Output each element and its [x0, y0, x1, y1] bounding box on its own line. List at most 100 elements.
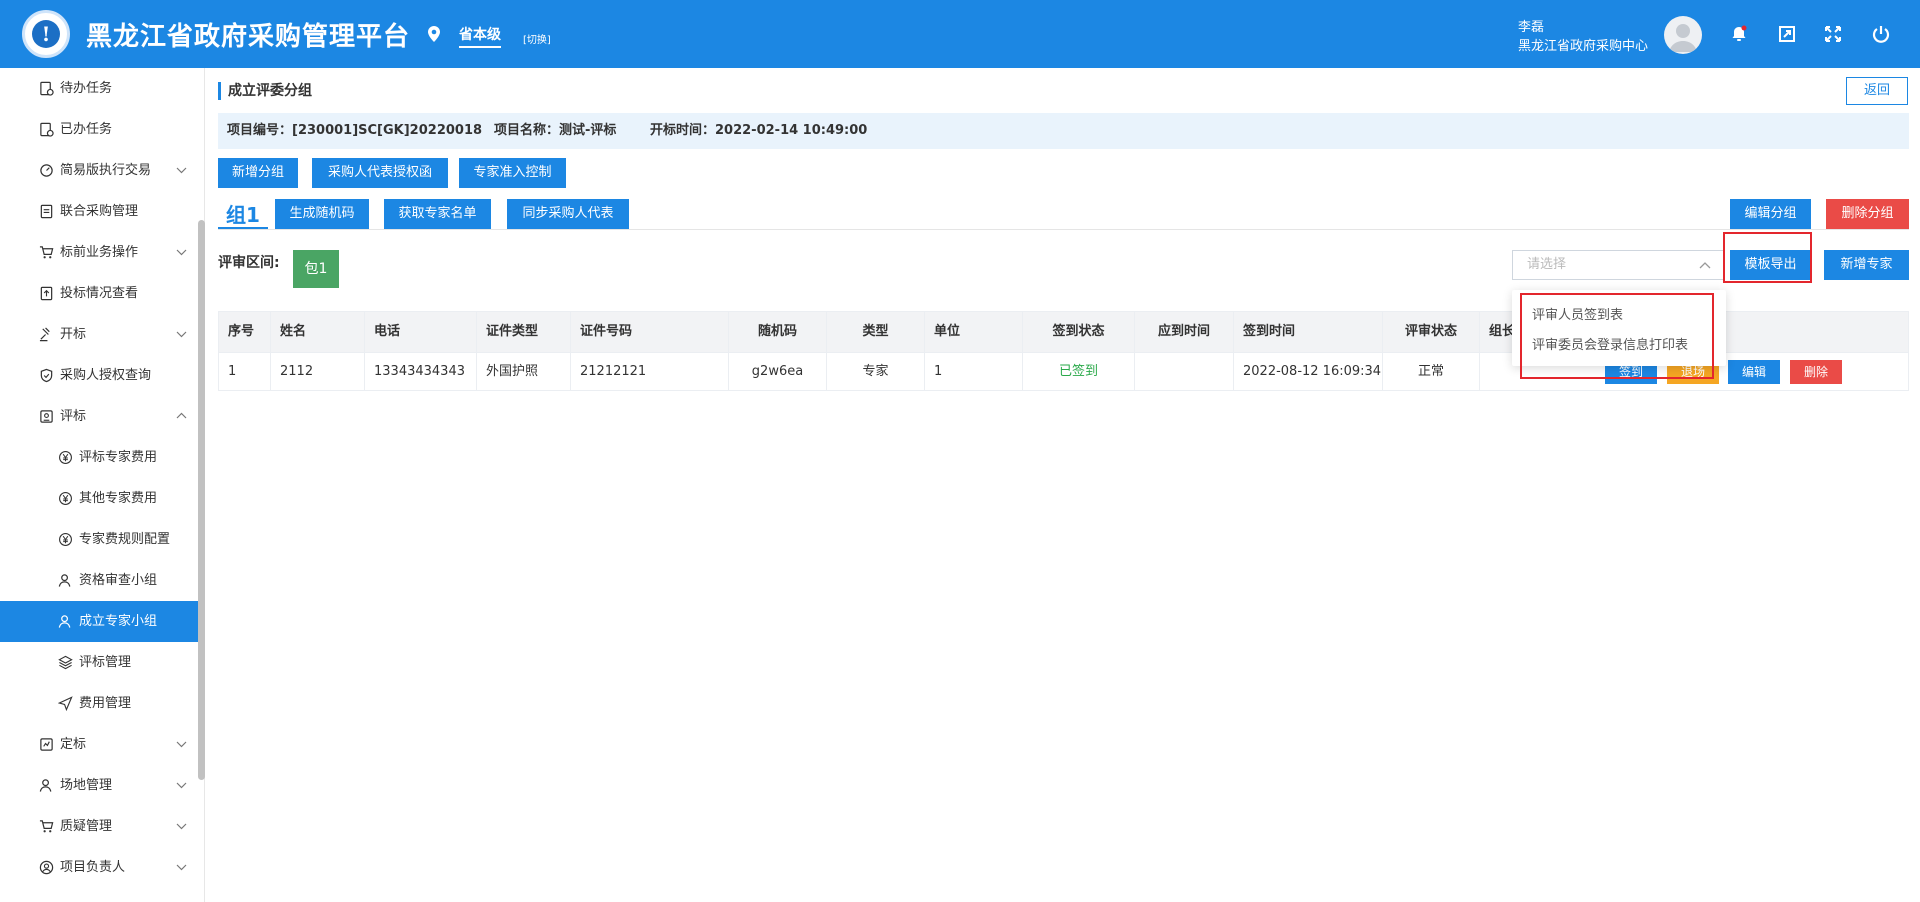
sidebar-item-award[interactable]: 定标: [0, 724, 198, 765]
user-icon: [58, 615, 71, 628]
yen-coin-icon: [59, 492, 72, 505]
add-group-button[interactable]: 新增分组: [218, 158, 298, 188]
sidebar-scrollbar-thumb[interactable]: [198, 220, 205, 780]
power-icon[interactable]: [1871, 24, 1891, 44]
col-header: 签到时间: [1234, 312, 1383, 352]
cell-name: 2112: [271, 353, 365, 390]
export-window-icon[interactable]: [1777, 24, 1797, 44]
cell-type: 专家: [827, 353, 925, 390]
edit-row-button[interactable]: 编辑: [1728, 360, 1780, 384]
sidebar: 待办任务 已办任务 简易版执行交易 联合采购管理 标前业务操作 投标情况查看 开…: [0, 68, 205, 902]
todo-task-icon: [40, 81, 54, 96]
cell-random-code: g2w6ea: [729, 353, 827, 390]
top-header: ! 黑龙江省政府采购管理平台 省本级 [切换] 李磊 黑龙江省政府采购中心: [0, 0, 1920, 68]
sidebar-item-bid-status[interactable]: 投标情况查看: [0, 273, 198, 314]
sidebar-item-label: 其他专家费用: [79, 491, 158, 506]
edit-group-button[interactable]: 编辑分组: [1730, 199, 1811, 229]
review-range-label: 评审区间:: [218, 255, 280, 271]
sidebar-item-label: 场地管理: [60, 778, 113, 793]
project-info-bar: 项目编号：[230001]SC[GK]20220018 项目名称：测试-评标 开…: [218, 113, 1909, 149]
sidebar-item-simple-trade[interactable]: 简易版执行交易: [0, 150, 198, 191]
sidebar-item-label: 联合采购管理: [60, 204, 139, 219]
tab-group-1[interactable]: 组1: [218, 199, 268, 229]
col-header: 证件号码: [571, 312, 729, 352]
sidebar-item-fee-rules[interactable]: 专家费规则配置: [0, 519, 198, 560]
sidebar-item-venue[interactable]: 场地管理: [0, 765, 198, 806]
notification-bell-icon[interactable]: [1729, 24, 1749, 44]
col-header: 应到时间: [1135, 312, 1234, 352]
region-name[interactable]: 省本级: [459, 24, 501, 48]
sidebar-item-label: 质疑管理: [60, 819, 113, 834]
purchaser-auth-button[interactable]: 采购人代表授权函: [312, 158, 448, 188]
layers-icon: [58, 655, 73, 670]
delete-row-button[interactable]: 删除: [1790, 360, 1842, 384]
platform-logo: !: [22, 10, 70, 58]
cell-id-type: 外国护照: [477, 353, 571, 390]
add-expert-button[interactable]: 新增专家: [1824, 250, 1909, 280]
document-icon: [40, 204, 53, 219]
user-circle-icon: [39, 860, 54, 875]
gavel-icon: [39, 327, 50, 342]
tab-divider: [218, 229, 1909, 230]
template-select-placeholder: 请选择: [1527, 257, 1567, 272]
col-header: 类型: [827, 312, 925, 352]
cell-id-number: 21212121: [571, 353, 729, 390]
sidebar-item-eval-manage[interactable]: 评标管理: [0, 642, 198, 683]
sidebar-item-label: 采购人授权查询: [60, 368, 152, 383]
sidebar-item-bid-opening[interactable]: 开标: [0, 314, 198, 355]
sidebar-item-other-expert-fee[interactable]: 其他专家费用: [0, 478, 198, 519]
cell-signin-status: 已签到: [1023, 353, 1135, 390]
chevron-down-icon: [176, 249, 187, 256]
sidebar-item-challenge[interactable]: 质疑管理: [0, 806, 198, 847]
highlight-box-export: [1723, 232, 1812, 283]
sidebar-item-label: 评标: [60, 409, 87, 424]
sidebar-item-evaluation[interactable]: 评标: [0, 396, 198, 437]
user-avatar-icon: [1669, 24, 1697, 52]
project-name: 项目名称：测试-评标: [494, 123, 617, 138]
sidebar-item-purchaser-auth[interactable]: 采购人授权查询: [0, 355, 198, 396]
avatar[interactable]: [1664, 16, 1702, 54]
app-title: 黑龙江省政府采购管理平台: [86, 22, 411, 52]
page-title: 成立评委分组: [218, 82, 312, 100]
package-badge[interactable]: 包1: [293, 250, 339, 288]
sidebar-item-fee-manage[interactable]: 费用管理: [0, 683, 198, 724]
user-org: 黑龙江省政府采购中心: [1518, 39, 1649, 54]
sync-purchaser-rep-button[interactable]: 同步采购人代表: [507, 199, 629, 229]
project-number: 项目编号：[230001]SC[GK]20220018: [227, 123, 483, 138]
sidebar-item-project-leader[interactable]: 项目负责人: [0, 847, 198, 888]
sidebar-item-todo[interactable]: 待办任务: [0, 68, 198, 109]
back-button[interactable]: 返回: [1846, 77, 1908, 105]
template-select[interactable]: 请选择: [1512, 250, 1724, 280]
chevron-down-icon: [176, 823, 187, 830]
sidebar-item-expert-group[interactable]: 成立专家小组: [0, 601, 198, 642]
sidebar-item-label: 定标: [60, 737, 87, 752]
open-time: 开标时间：2022-02-14 10:49:00: [650, 123, 868, 138]
col-header: 签到状态: [1023, 312, 1135, 352]
sidebar-item-qualification-group[interactable]: 资格审查小组: [0, 560, 198, 601]
sidebar-item-label: 评标管理: [79, 655, 132, 670]
col-header: 随机码: [729, 312, 827, 352]
col-header: 姓名: [271, 312, 365, 352]
delete-group-button[interactable]: 删除分组: [1826, 199, 1909, 229]
cell-phone: 13343434343: [365, 353, 477, 390]
col-header: 单位: [925, 312, 1023, 352]
sidebar-item-done[interactable]: 已办任务: [0, 109, 198, 150]
user-icon: [39, 779, 52, 792]
expert-access-button[interactable]: 专家准入控制: [459, 158, 566, 188]
generate-random-code-button[interactable]: 生成随机码: [275, 199, 369, 229]
chevron-down-icon: [176, 782, 187, 789]
switch-region-link[interactable]: [切换]: [523, 31, 551, 46]
sidebar-item-label: 待办任务: [60, 81, 113, 96]
cell-review-status: 正常: [1383, 353, 1480, 390]
get-expert-list-button[interactable]: 获取专家名单: [384, 199, 491, 229]
shield-icon: !: [32, 20, 60, 48]
chevron-down-icon: [176, 167, 187, 174]
sidebar-item-joint-purchase[interactable]: 联合采购管理: [0, 191, 198, 232]
highlight-box-options: [1520, 293, 1714, 379]
sidebar-item-expert-fee[interactable]: 评标专家费用: [0, 437, 198, 478]
chevron-up-icon: [1699, 262, 1711, 269]
chevron-down-icon: [176, 741, 187, 748]
sidebar-item-pre-bid[interactable]: 标前业务操作: [0, 232, 198, 273]
sidebar-item-label: 资格审查小组: [79, 573, 158, 588]
fullscreen-icon[interactable]: [1823, 24, 1843, 44]
